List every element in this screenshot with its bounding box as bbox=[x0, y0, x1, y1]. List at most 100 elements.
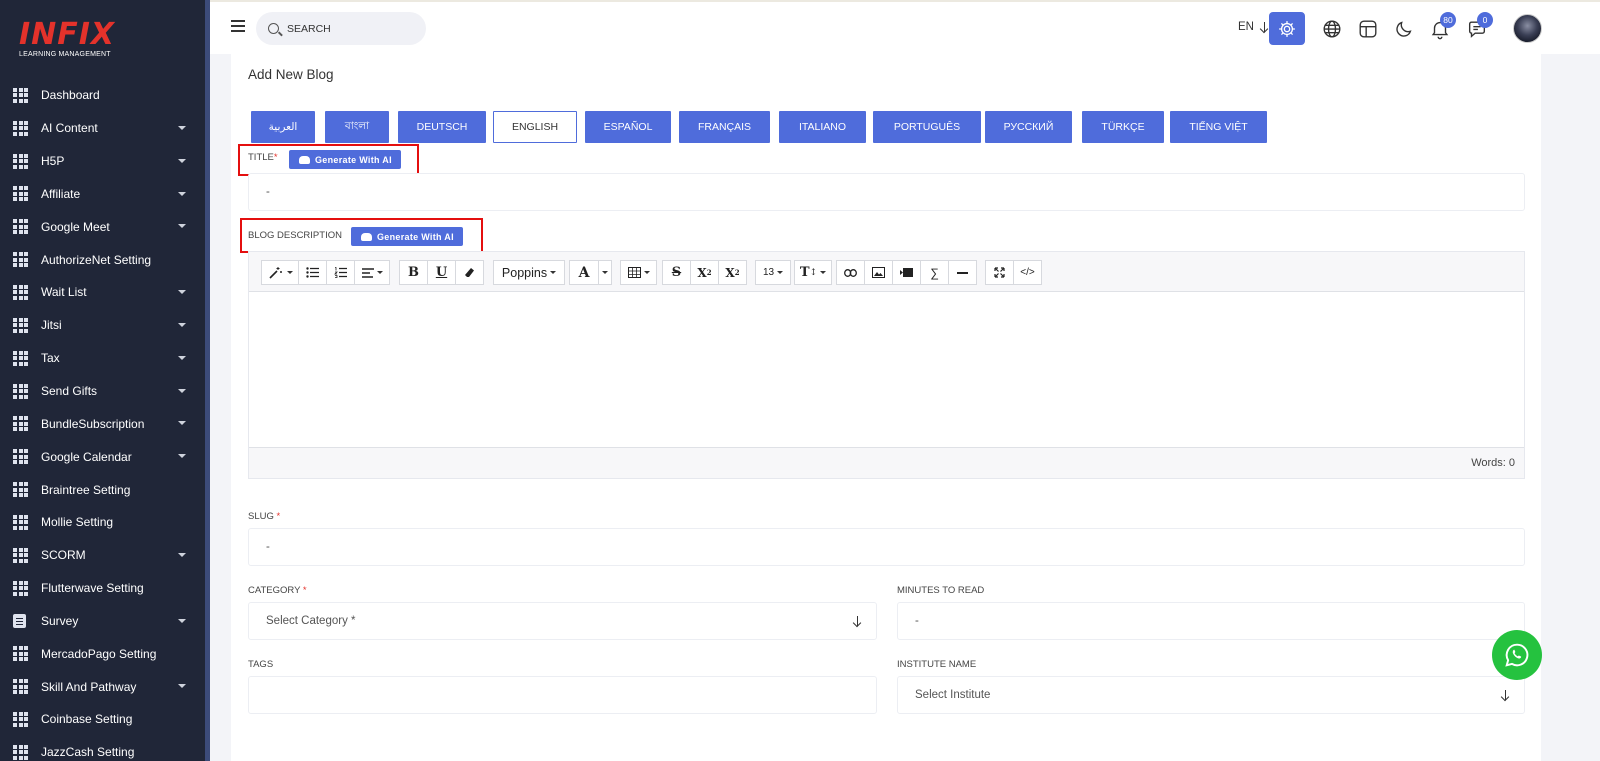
bold-icon[interactable]: B bbox=[399, 260, 428, 285]
language-selector[interactable]: EN bbox=[1238, 21, 1269, 33]
grid-cell bbox=[24, 657, 28, 662]
link-icon[interactable] bbox=[836, 260, 865, 285]
grid-cell bbox=[24, 328, 28, 333]
text-color-icon[interactable]: A bbox=[569, 260, 599, 285]
image-icon[interactable] bbox=[864, 260, 893, 285]
caret-icon bbox=[820, 271, 827, 274]
tags-input[interactable] bbox=[248, 676, 877, 714]
sidebar-item-ai-content[interactable]: AI Content bbox=[0, 112, 205, 145]
video-icon[interactable] bbox=[892, 260, 921, 285]
grid-cell bbox=[24, 679, 28, 684]
category-value: Select Category * bbox=[266, 615, 356, 627]
grid-cell bbox=[18, 284, 23, 289]
sidebar-item-mollie-setting[interactable]: Mollie Setting bbox=[0, 506, 205, 539]
grid-icon bbox=[13, 186, 28, 202]
slug-input[interactable]: - bbox=[248, 528, 1525, 566]
sidebar-item-scorm[interactable]: SCORM bbox=[0, 539, 205, 572]
sidebar-item-coinbase-setting[interactable]: Coinbase Setting bbox=[0, 703, 205, 736]
title-input[interactable]: - bbox=[248, 173, 1525, 211]
search-box[interactable] bbox=[256, 12, 426, 45]
logo[interactable]: INFIX LEARNING MANAGEMENT bbox=[19, 20, 115, 59]
tab-language-4[interactable]: ESPAÑOL bbox=[585, 111, 671, 143]
grid-cell bbox=[24, 591, 28, 596]
avatar[interactable] bbox=[1513, 14, 1542, 43]
tab-language-0[interactable]: العربية bbox=[251, 111, 315, 143]
moon-icon[interactable] bbox=[1393, 18, 1415, 40]
sidebar-item-google-calendar[interactable]: Google Calendar bbox=[0, 440, 205, 473]
sidebar-scrollbar[interactable] bbox=[205, 0, 210, 761]
grid-cell bbox=[24, 164, 28, 169]
tab-language-2[interactable]: DEUTSCH bbox=[398, 111, 486, 143]
sigma-icon[interactable]: ∑ bbox=[920, 260, 949, 285]
grid-cell bbox=[24, 580, 28, 585]
institute-select[interactable]: Select Institute bbox=[897, 676, 1525, 714]
menu-toggle-icon[interactable] bbox=[231, 20, 245, 32]
grid-cell bbox=[18, 186, 23, 191]
font-size-dropdown[interactable]: 13 bbox=[755, 260, 791, 285]
line-height-icon[interactable]: T ↕ bbox=[794, 260, 832, 285]
bullet-list-icon[interactable] bbox=[298, 260, 327, 285]
superscript-icon[interactable]: X2 bbox=[690, 260, 719, 285]
tab-language-1[interactable]: বাংলা bbox=[325, 111, 389, 143]
tab-language-5[interactable]: FRANÇAIS bbox=[679, 111, 770, 143]
tab-language-9[interactable]: TÜRKÇE bbox=[1082, 111, 1164, 143]
tab-language-6[interactable]: ITALIANO bbox=[779, 111, 866, 143]
toolbar-group-script: S X2 X2 bbox=[662, 260, 747, 285]
grid-icon bbox=[13, 514, 28, 530]
grid-cell bbox=[24, 394, 28, 399]
caret-down-icon bbox=[178, 454, 186, 459]
text-color-dropdown[interactable] bbox=[598, 260, 612, 285]
search-input[interactable] bbox=[287, 22, 407, 35]
caret-down-icon bbox=[178, 552, 186, 557]
grid-cell bbox=[18, 219, 23, 224]
tab-language-10[interactable]: TIẾNG VIỆT bbox=[1170, 111, 1267, 143]
magic-icon[interactable] bbox=[261, 260, 299, 285]
sidebar-item-label: Affiliate bbox=[41, 186, 81, 201]
editor-content-area[interactable] bbox=[249, 292, 1524, 447]
sidebar-item-mercadopago-setting[interactable]: MercadoPago Setting bbox=[0, 637, 205, 670]
settings-button[interactable] bbox=[1269, 12, 1305, 45]
grid-cell bbox=[24, 263, 28, 268]
grid-cell bbox=[13, 454, 17, 459]
code-view-icon[interactable]: </> bbox=[1013, 260, 1042, 285]
tab-language-7[interactable]: PORTUGUÊS bbox=[873, 111, 981, 143]
layout-icon[interactable] bbox=[1357, 18, 1379, 40]
grid-cell bbox=[24, 93, 28, 98]
align-icon[interactable] bbox=[354, 260, 390, 285]
strikethrough-icon[interactable]: S bbox=[662, 260, 691, 285]
sidebar-item-google-meet[interactable]: Google Meet bbox=[0, 210, 205, 243]
sidebar-item-affiliate[interactable]: Affiliate bbox=[0, 178, 205, 211]
category-select[interactable]: Select Category * bbox=[248, 602, 877, 640]
sidebar-item-jitsi[interactable]: Jitsi bbox=[0, 309, 205, 342]
horizontal-rule-icon[interactable] bbox=[948, 260, 977, 285]
underline-icon[interactable]: U bbox=[427, 260, 456, 285]
sidebar-item-authorizenet-setting[interactable]: AuthorizeNet Setting bbox=[0, 243, 205, 276]
sidebar-item-braintree-setting[interactable]: Braintree Setting bbox=[0, 473, 205, 506]
tab-language-8[interactable]: РУССКИЙ bbox=[985, 111, 1072, 143]
sidebar-item-dashboard[interactable]: Dashboard bbox=[0, 79, 205, 112]
language-code: EN bbox=[1238, 21, 1254, 33]
globe-icon[interactable] bbox=[1321, 18, 1343, 40]
grid-cell bbox=[13, 651, 17, 656]
fullscreen-icon[interactable] bbox=[985, 260, 1014, 285]
sidebar-item-send-gifts[interactable]: Send Gifts bbox=[0, 375, 205, 408]
whatsapp-chat-button[interactable] bbox=[1492, 630, 1542, 680]
numbered-list-icon[interactable] bbox=[326, 260, 355, 285]
minutes-input[interactable]: - bbox=[897, 602, 1525, 640]
institute-value: Select Institute bbox=[915, 689, 991, 701]
grid-cell bbox=[18, 224, 23, 229]
table-icon[interactable] bbox=[620, 260, 657, 285]
sidebar-item-h5p[interactable]: H5P bbox=[0, 145, 205, 178]
subscript-icon[interactable]: X2 bbox=[718, 260, 747, 285]
sidebar-item-flutterwave-setting[interactable]: Flutterwave Setting bbox=[0, 572, 205, 605]
eraser-icon[interactable] bbox=[455, 260, 484, 285]
sidebar-item-skill-and-pathway[interactable]: Skill And Pathway bbox=[0, 670, 205, 703]
font-dropdown[interactable]: Poppins bbox=[493, 260, 565, 285]
sidebar-item-wait-list[interactable]: Wait List bbox=[0, 276, 205, 309]
sidebar-item-jazzcash-setting[interactable]: JazzCash Setting bbox=[0, 736, 205, 761]
sidebar-item-tax[interactable]: Tax bbox=[0, 342, 205, 375]
sidebar-item-survey[interactable]: Survey bbox=[0, 605, 205, 638]
sidebar-item-bundlesubscription[interactable]: BundleSubscription bbox=[0, 407, 205, 440]
grid-cell bbox=[13, 487, 17, 492]
tab-language-3[interactable]: ENGLISH bbox=[493, 111, 577, 143]
